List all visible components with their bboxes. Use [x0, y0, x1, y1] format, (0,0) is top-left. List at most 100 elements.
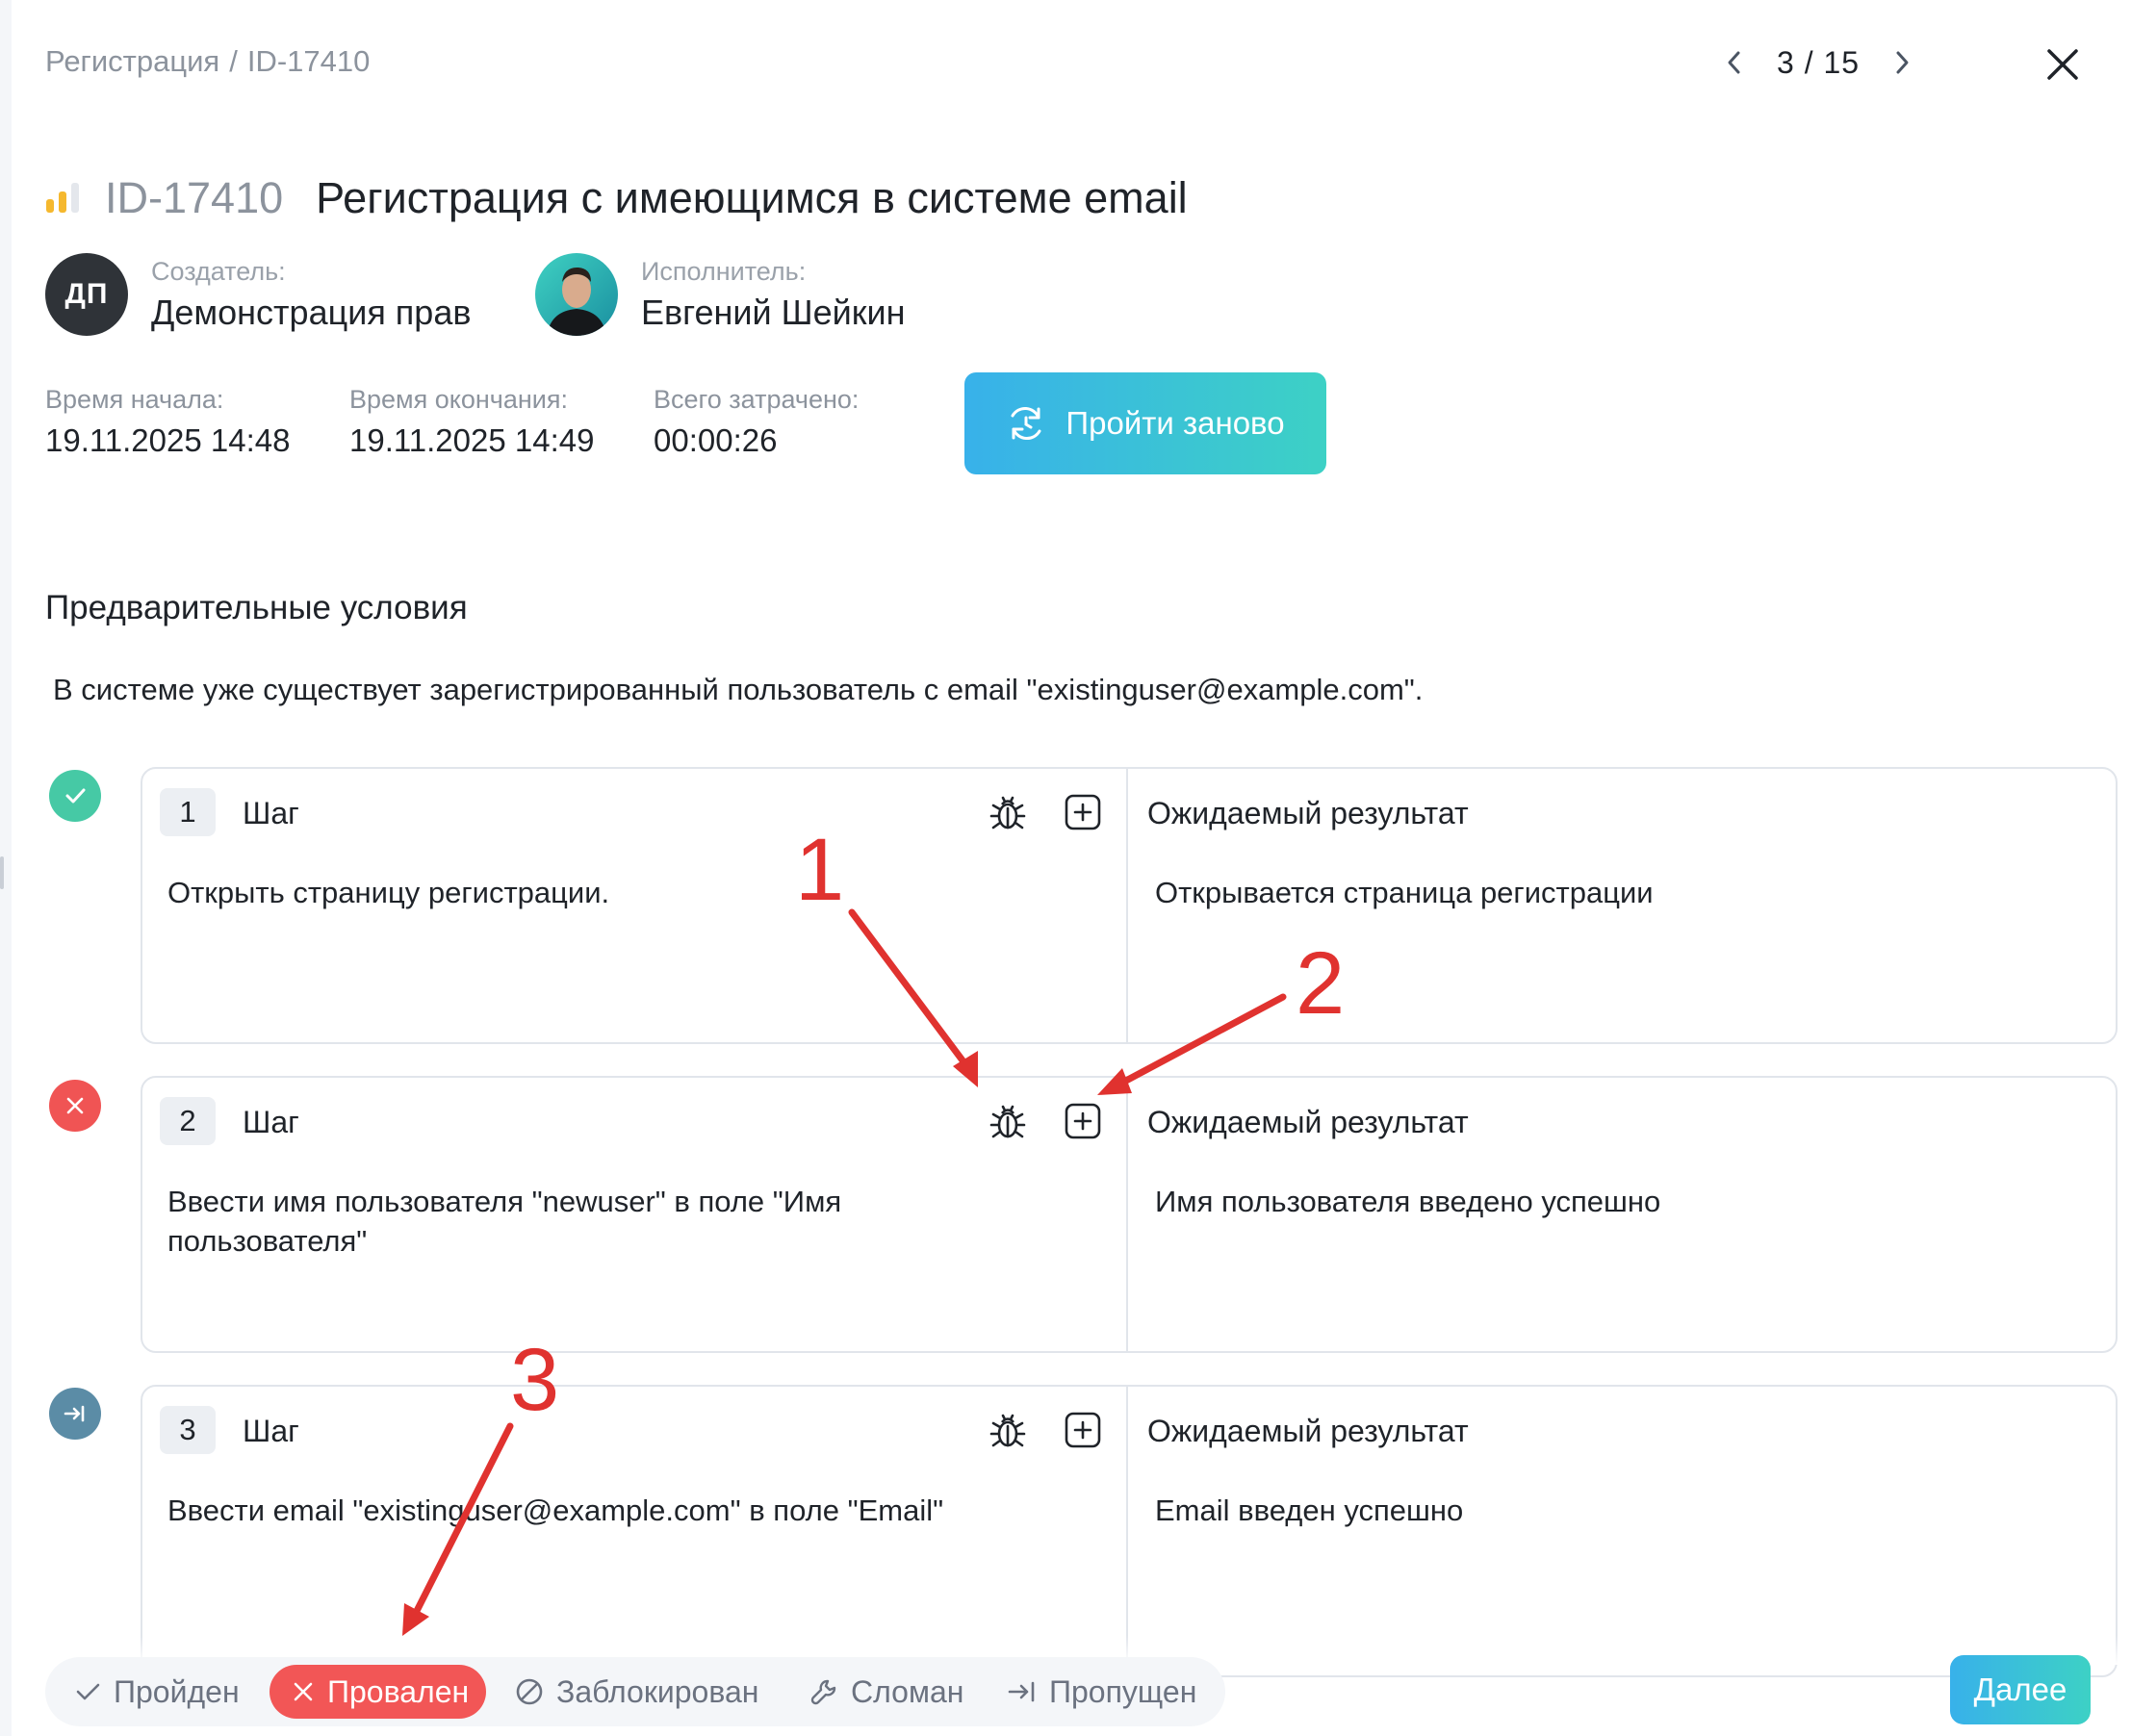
start-time-value: 19.11.2025 14:48: [45, 422, 291, 458]
step-divider: [1126, 1078, 1128, 1351]
status-failed-label: Провален: [327, 1673, 470, 1709]
preconditions-text: В системе уже существует зарегистрирован…: [53, 673, 1424, 706]
step-label: Шаг: [243, 796, 299, 830]
bug-icon: [989, 796, 1026, 830]
end-time: Время окончания: 19.11.2025 14:49: [349, 385, 594, 459]
assignee-label: Исполнитель:: [641, 256, 807, 286]
add-attachment-button[interactable]: [1061, 790, 1105, 834]
step-card-3: 3 Шаг Ввести email "existinguser@example…: [141, 1385, 2118, 1677]
resize-handle[interactable]: [0, 856, 4, 889]
skip-icon: [1008, 1681, 1035, 1702]
plus-square-icon: [1065, 794, 1101, 830]
total-time-label: Всего затрачено:: [654, 385, 860, 414]
status-skipped-label: Пропущен: [1049, 1673, 1197, 1709]
step-number: 1: [160, 788, 216, 836]
expected-text: Открывается страница регистрации: [1155, 876, 1654, 909]
add-attachment-button[interactable]: [1061, 1099, 1105, 1143]
end-time-label: Время окончания:: [349, 385, 568, 414]
status-blocked-button[interactable]: Заблокирован: [514, 1665, 758, 1719]
case-title: Регистрация с имеющимся в системе email: [316, 173, 1188, 222]
step-text: Ввести email "existinguser@example.com" …: [167, 1493, 944, 1527]
close-button[interactable]: [2039, 40, 2087, 89]
assignee-avatar: [535, 253, 618, 336]
creator-name: Демонстрация прав: [151, 292, 472, 332]
status-failed-button[interactable]: Провален: [270, 1665, 487, 1719]
annotation-3: 3: [510, 1331, 560, 1429]
annotation-1: 1: [795, 821, 845, 919]
step-2-status-failed[interactable]: [49, 1080, 101, 1132]
status-skipped-button[interactable]: Пропущен: [1007, 1665, 1196, 1719]
expected-text: Email введен успешно: [1155, 1493, 1464, 1527]
step-3-status-skipped[interactable]: [49, 1388, 101, 1440]
total-time-value: 00:00:26: [654, 422, 778, 458]
breadcrumb: Регистрация / ID-17410: [45, 44, 370, 79]
step-label: Шаг: [243, 1105, 299, 1139]
expected-text: Имя пользователя введено успешно: [1155, 1185, 1661, 1218]
breadcrumb-case-id: ID-17410: [246, 44, 371, 78]
blocked-icon: [516, 1678, 543, 1705]
prev-case-button[interactable]: [1719, 43, 1750, 82]
status-passed-button[interactable]: Пройден: [73, 1665, 240, 1719]
case-pager: 3 / 15: [1719, 38, 1917, 87]
case-title-row: ID-17410 Регистрация с имеющимся в систе…: [45, 169, 1188, 227]
expected-label: Ожидаемый результат: [1147, 1105, 1469, 1139]
next-case-button[interactable]: [1887, 43, 1917, 82]
plus-square-icon: [1065, 1103, 1101, 1139]
step-card-2: 2 Шаг Ввести имя пользователя "newuser" …: [141, 1076, 2118, 1353]
creator-block: ДП Создатель: Демонстрация прав: [45, 253, 471, 336]
total-time: Всего затрачено: 00:00:26: [654, 385, 859, 459]
step-1-status-passed[interactable]: [49, 770, 101, 822]
creator-avatar: ДП: [45, 253, 128, 336]
step-number: 2: [160, 1097, 216, 1145]
case-id: ID-17410: [105, 173, 284, 222]
check-icon: [76, 1683, 100, 1700]
priority-icon: [46, 183, 79, 213]
preconditions-title: Предварительные условия: [45, 589, 468, 626]
bug-icon: [989, 1105, 1026, 1138]
status-broken-label: Сломан: [851, 1673, 964, 1709]
step-card-1: 1 Шаг Открыть страницу регистрации. Ожид…: [141, 767, 2118, 1044]
plus-square-icon: [1065, 1412, 1101, 1448]
step-divider: [1126, 769, 1128, 1042]
breadcrumb-section[interactable]: Регистрация: [45, 44, 219, 78]
report-bug-button[interactable]: [986, 1099, 1030, 1143]
pager-count: 3 / 15: [1777, 45, 1860, 81]
rerun-label: Пройти заново: [1066, 405, 1285, 441]
rerun-button[interactable]: Пройти заново: [964, 372, 1326, 474]
status-broken-button[interactable]: Сломан: [809, 1665, 963, 1719]
pager-current: 3: [1777, 44, 1795, 80]
step-divider: [1126, 1387, 1128, 1675]
step-number: 3: [160, 1406, 216, 1454]
add-attachment-button[interactable]: [1061, 1408, 1105, 1452]
expected-label: Ожидаемый результат: [1147, 796, 1469, 830]
status-blocked-label: Заблокирован: [556, 1673, 759, 1709]
step-label: Шаг: [243, 1414, 299, 1448]
x-icon: [66, 1097, 84, 1114]
report-bug-button[interactable]: [986, 790, 1030, 834]
chevron-right-icon: [1896, 51, 1909, 74]
close-icon: [2047, 49, 2078, 80]
x-icon: [294, 1682, 313, 1701]
pager-total: 15: [1823, 44, 1861, 80]
annotation-2: 2: [1296, 934, 1346, 1033]
expected-label: Ожидаемый результат: [1147, 1414, 1469, 1448]
assignee-name: Евгений Шейкин: [641, 292, 906, 332]
refresh-icon: [1011, 406, 1041, 441]
start-time-label: Время начала:: [45, 385, 224, 414]
wrench-icon: [810, 1679, 836, 1705]
skip-icon: [64, 1405, 85, 1422]
assignee-block: Исполнитель: Евгений Шейкин: [535, 253, 905, 336]
step-text: Открыть страницу регистрации.: [167, 876, 610, 909]
start-time: Время начала: 19.11.2025 14:48: [45, 385, 290, 459]
breadcrumb-separator: /: [229, 44, 238, 78]
pager-separator: /: [1804, 44, 1814, 80]
next-button[interactable]: Далее: [1950, 1655, 2091, 1724]
report-bug-button[interactable]: [986, 1408, 1030, 1452]
creator-label: Создатель:: [151, 256, 286, 286]
end-time-value: 19.11.2025 14:49: [349, 422, 595, 458]
bug-icon: [989, 1414, 1026, 1447]
check-icon: [65, 788, 86, 804]
step-text: Ввести имя пользователя "newuser" в поле…: [167, 1185, 842, 1258]
status-passed-label: Пройден: [114, 1673, 240, 1709]
chevron-left-icon: [1728, 51, 1740, 74]
